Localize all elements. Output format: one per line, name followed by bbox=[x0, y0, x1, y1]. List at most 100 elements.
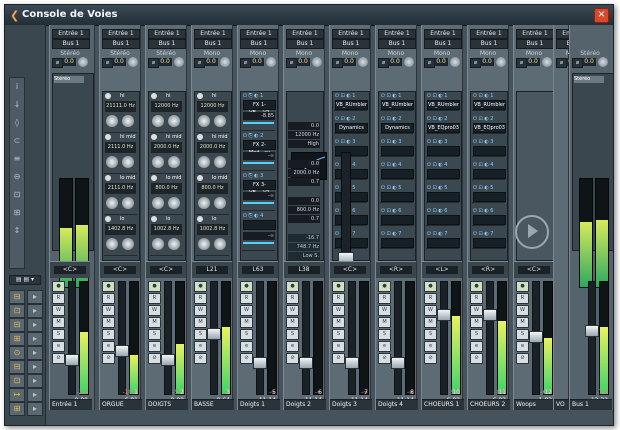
pan-control[interactable]: <C> bbox=[150, 266, 182, 274]
insert-controls[interactable]: ⏻ ⊡ ◐ 3 bbox=[381, 139, 411, 145]
send-level-bar[interactable] bbox=[243, 202, 274, 204]
write-button[interactable]: W bbox=[240, 305, 253, 316]
band-power-icon[interactable] bbox=[197, 216, 203, 222]
insert-slot[interactable]: ⏻ ⊡ ◐ 6 bbox=[426, 207, 460, 226]
insert-slot[interactable]: ⏻ ⊡ ◐ 2 Dynamics bbox=[380, 115, 414, 134]
input-routing[interactable]: Entrée 1 bbox=[378, 29, 416, 39]
band-freq-knob[interactable] bbox=[214, 115, 226, 127]
insert-controls[interactable]: ⏻ ⊡ ◐ 2 bbox=[427, 116, 457, 122]
panel-button-5[interactable]: ⊟ bbox=[9, 360, 25, 374]
solo-button[interactable]: S bbox=[102, 329, 115, 340]
mute-button[interactable]: M bbox=[378, 317, 391, 328]
output-routing[interactable]: Bus 1 bbox=[516, 39, 554, 49]
monitor-button[interactable]: ● bbox=[424, 281, 437, 292]
volume-fader-handle[interactable] bbox=[253, 357, 267, 369]
channel-name[interactable]: DOIGTS bbox=[146, 399, 188, 410]
insert-slot[interactable]: ⏻ ⊡ ◐ 4 bbox=[380, 161, 414, 180]
eq-band[interactable]: lo mid 800.0 Hz bbox=[150, 174, 183, 215]
eq-band[interactable]: lo mid 800.0 Hz bbox=[196, 174, 229, 215]
solo-button[interactable]: S bbox=[516, 329, 529, 340]
insert-name[interactable] bbox=[381, 215, 414, 225]
band-gain-knob[interactable] bbox=[106, 115, 118, 127]
insert-name[interactable] bbox=[381, 169, 414, 179]
band-freq-knob[interactable] bbox=[168, 156, 180, 168]
input-gain[interactable]: ø0.0 bbox=[102, 57, 138, 68]
output-routing[interactable]: Bus 1 bbox=[52, 39, 90, 49]
band-gain-knob[interactable] bbox=[152, 197, 164, 209]
edit-button[interactable]: e bbox=[378, 341, 391, 352]
insert-controls[interactable]: ⏻ ⊡ ◐ 5 bbox=[381, 185, 411, 191]
band-gain-knob[interactable] bbox=[198, 115, 210, 127]
insert-name[interactable] bbox=[427, 146, 460, 156]
volume-fader-handle[interactable] bbox=[161, 354, 175, 366]
fx-send-name[interactable] bbox=[243, 220, 276, 230]
edit-button[interactable]: e bbox=[148, 341, 161, 352]
insert-name[interactable] bbox=[473, 146, 506, 156]
write-button[interactable]: W bbox=[516, 305, 529, 316]
band-power-icon[interactable] bbox=[151, 175, 157, 181]
band-power-icon[interactable] bbox=[197, 93, 203, 99]
input-routing[interactable]: Entrée 1 bbox=[102, 29, 140, 39]
monitor-button[interactable]: ● bbox=[240, 281, 253, 292]
insert-slot[interactable]: ⏻ ⊡ ◐ 4 bbox=[472, 161, 506, 180]
write-button[interactable]: W bbox=[378, 305, 391, 316]
read-button[interactable]: R bbox=[52, 293, 65, 304]
insert-name[interactable]: VB_RUmbler bbox=[427, 100, 460, 110]
fx-send-slot[interactable]: ⏻ ⎘ ◐ 4 -∞ bbox=[242, 212, 276, 251]
insert-name[interactable] bbox=[335, 192, 368, 202]
insert-controls[interactable]: ⏻ ⊡ ◐ 4 bbox=[381, 162, 411, 168]
send-controls[interactable]: ⏻ ⎘ ◐ 2 bbox=[243, 133, 273, 139]
panel-icon-0[interactable]: ▸ bbox=[27, 290, 43, 304]
input-gain[interactable]: ø0.0 bbox=[516, 57, 552, 68]
eq-band[interactable]: hi 12000 Hz bbox=[150, 92, 183, 133]
insert-name[interactable] bbox=[473, 215, 506, 225]
fx-send-name[interactable]: FX 3-VB_...V1 bbox=[243, 180, 276, 196]
insert-name[interactable] bbox=[473, 192, 506, 202]
volume-fader-handle[interactable] bbox=[391, 357, 405, 369]
band-freq-knob[interactable] bbox=[214, 156, 226, 168]
toolbar-icon-2[interactable]: ◊ bbox=[10, 114, 24, 132]
insert-name[interactable]: VB_EQpro03 bbox=[427, 123, 460, 133]
insert-controls[interactable]: ⏻ ⊡ ◐ 6 bbox=[427, 208, 457, 214]
read-button[interactable]: R bbox=[332, 293, 345, 304]
mute-button[interactable]: M bbox=[148, 317, 161, 328]
insert-name[interactable]: VB_RUmbler bbox=[335, 100, 368, 110]
edit-button[interactable]: e bbox=[470, 341, 483, 352]
insert-slot[interactable]: ⏻ ⊡ ◐ 3 bbox=[380, 138, 414, 157]
insert-controls[interactable]: ⏻ ⊡ ◐ 7 bbox=[427, 231, 457, 237]
fx-send-name[interactable]: FX 1-VB_...V1 bbox=[243, 100, 276, 116]
insert-name[interactable] bbox=[427, 192, 460, 202]
output-routing[interactable]: Bus 1 bbox=[148, 39, 186, 49]
volume-fader-handle[interactable] bbox=[483, 309, 497, 321]
send-level-bar[interactable] bbox=[243, 122, 274, 124]
band-freq-knob[interactable] bbox=[122, 197, 134, 209]
solo-button[interactable]: S bbox=[194, 329, 207, 340]
insert-name[interactable] bbox=[473, 169, 506, 179]
insert-name[interactable] bbox=[473, 238, 506, 248]
insert-name[interactable]: VB_RUmbler bbox=[473, 100, 506, 110]
panel-icon-6[interactable]: ▸ bbox=[27, 374, 43, 388]
solo-button[interactable]: S bbox=[332, 329, 345, 340]
insert-controls[interactable]: ⏻ ⊡ ◐ 2 bbox=[335, 116, 365, 122]
output-routing[interactable]: Bus 1 bbox=[194, 39, 232, 49]
insert-controls[interactable]: ⏻ ⊡ ◐ 3 bbox=[473, 139, 503, 145]
insert-controls[interactable]: ⏻ ⊡ ◐ 1 bbox=[381, 93, 411, 99]
panel-button-7[interactable]: ↦ bbox=[9, 388, 25, 402]
insert-slot[interactable]: ⏻ ⊡ ◐ 7 bbox=[426, 230, 460, 249]
input-gain[interactable]: ø0.0 bbox=[52, 57, 88, 68]
output-routing[interactable]: Bus 1 bbox=[424, 39, 462, 49]
output-routing[interactable]: Bus 1 bbox=[102, 39, 140, 49]
read-button[interactable]: R bbox=[102, 293, 115, 304]
output-routing[interactable]: Bus 1 bbox=[378, 39, 416, 49]
insert-slot[interactable]: ⏻ ⊡ ◐ 1 VB_RUmbler bbox=[380, 92, 414, 111]
read-button[interactable]: R bbox=[424, 293, 437, 304]
mute-button[interactable]: M bbox=[52, 317, 65, 328]
eq-band[interactable]: lo 1002.8 Hz bbox=[196, 215, 229, 256]
monitor-button[interactable]: ● bbox=[332, 281, 345, 292]
volume-fader-handle[interactable] bbox=[299, 357, 313, 369]
insert-name[interactable]: Dynamics bbox=[381, 123, 414, 133]
insert-controls[interactable]: ⏻ ⊡ ◐ 3 bbox=[427, 139, 457, 145]
band-freq-knob[interactable] bbox=[168, 197, 180, 209]
band-power-icon[interactable] bbox=[105, 93, 111, 99]
band-power-icon[interactable] bbox=[151, 216, 157, 222]
